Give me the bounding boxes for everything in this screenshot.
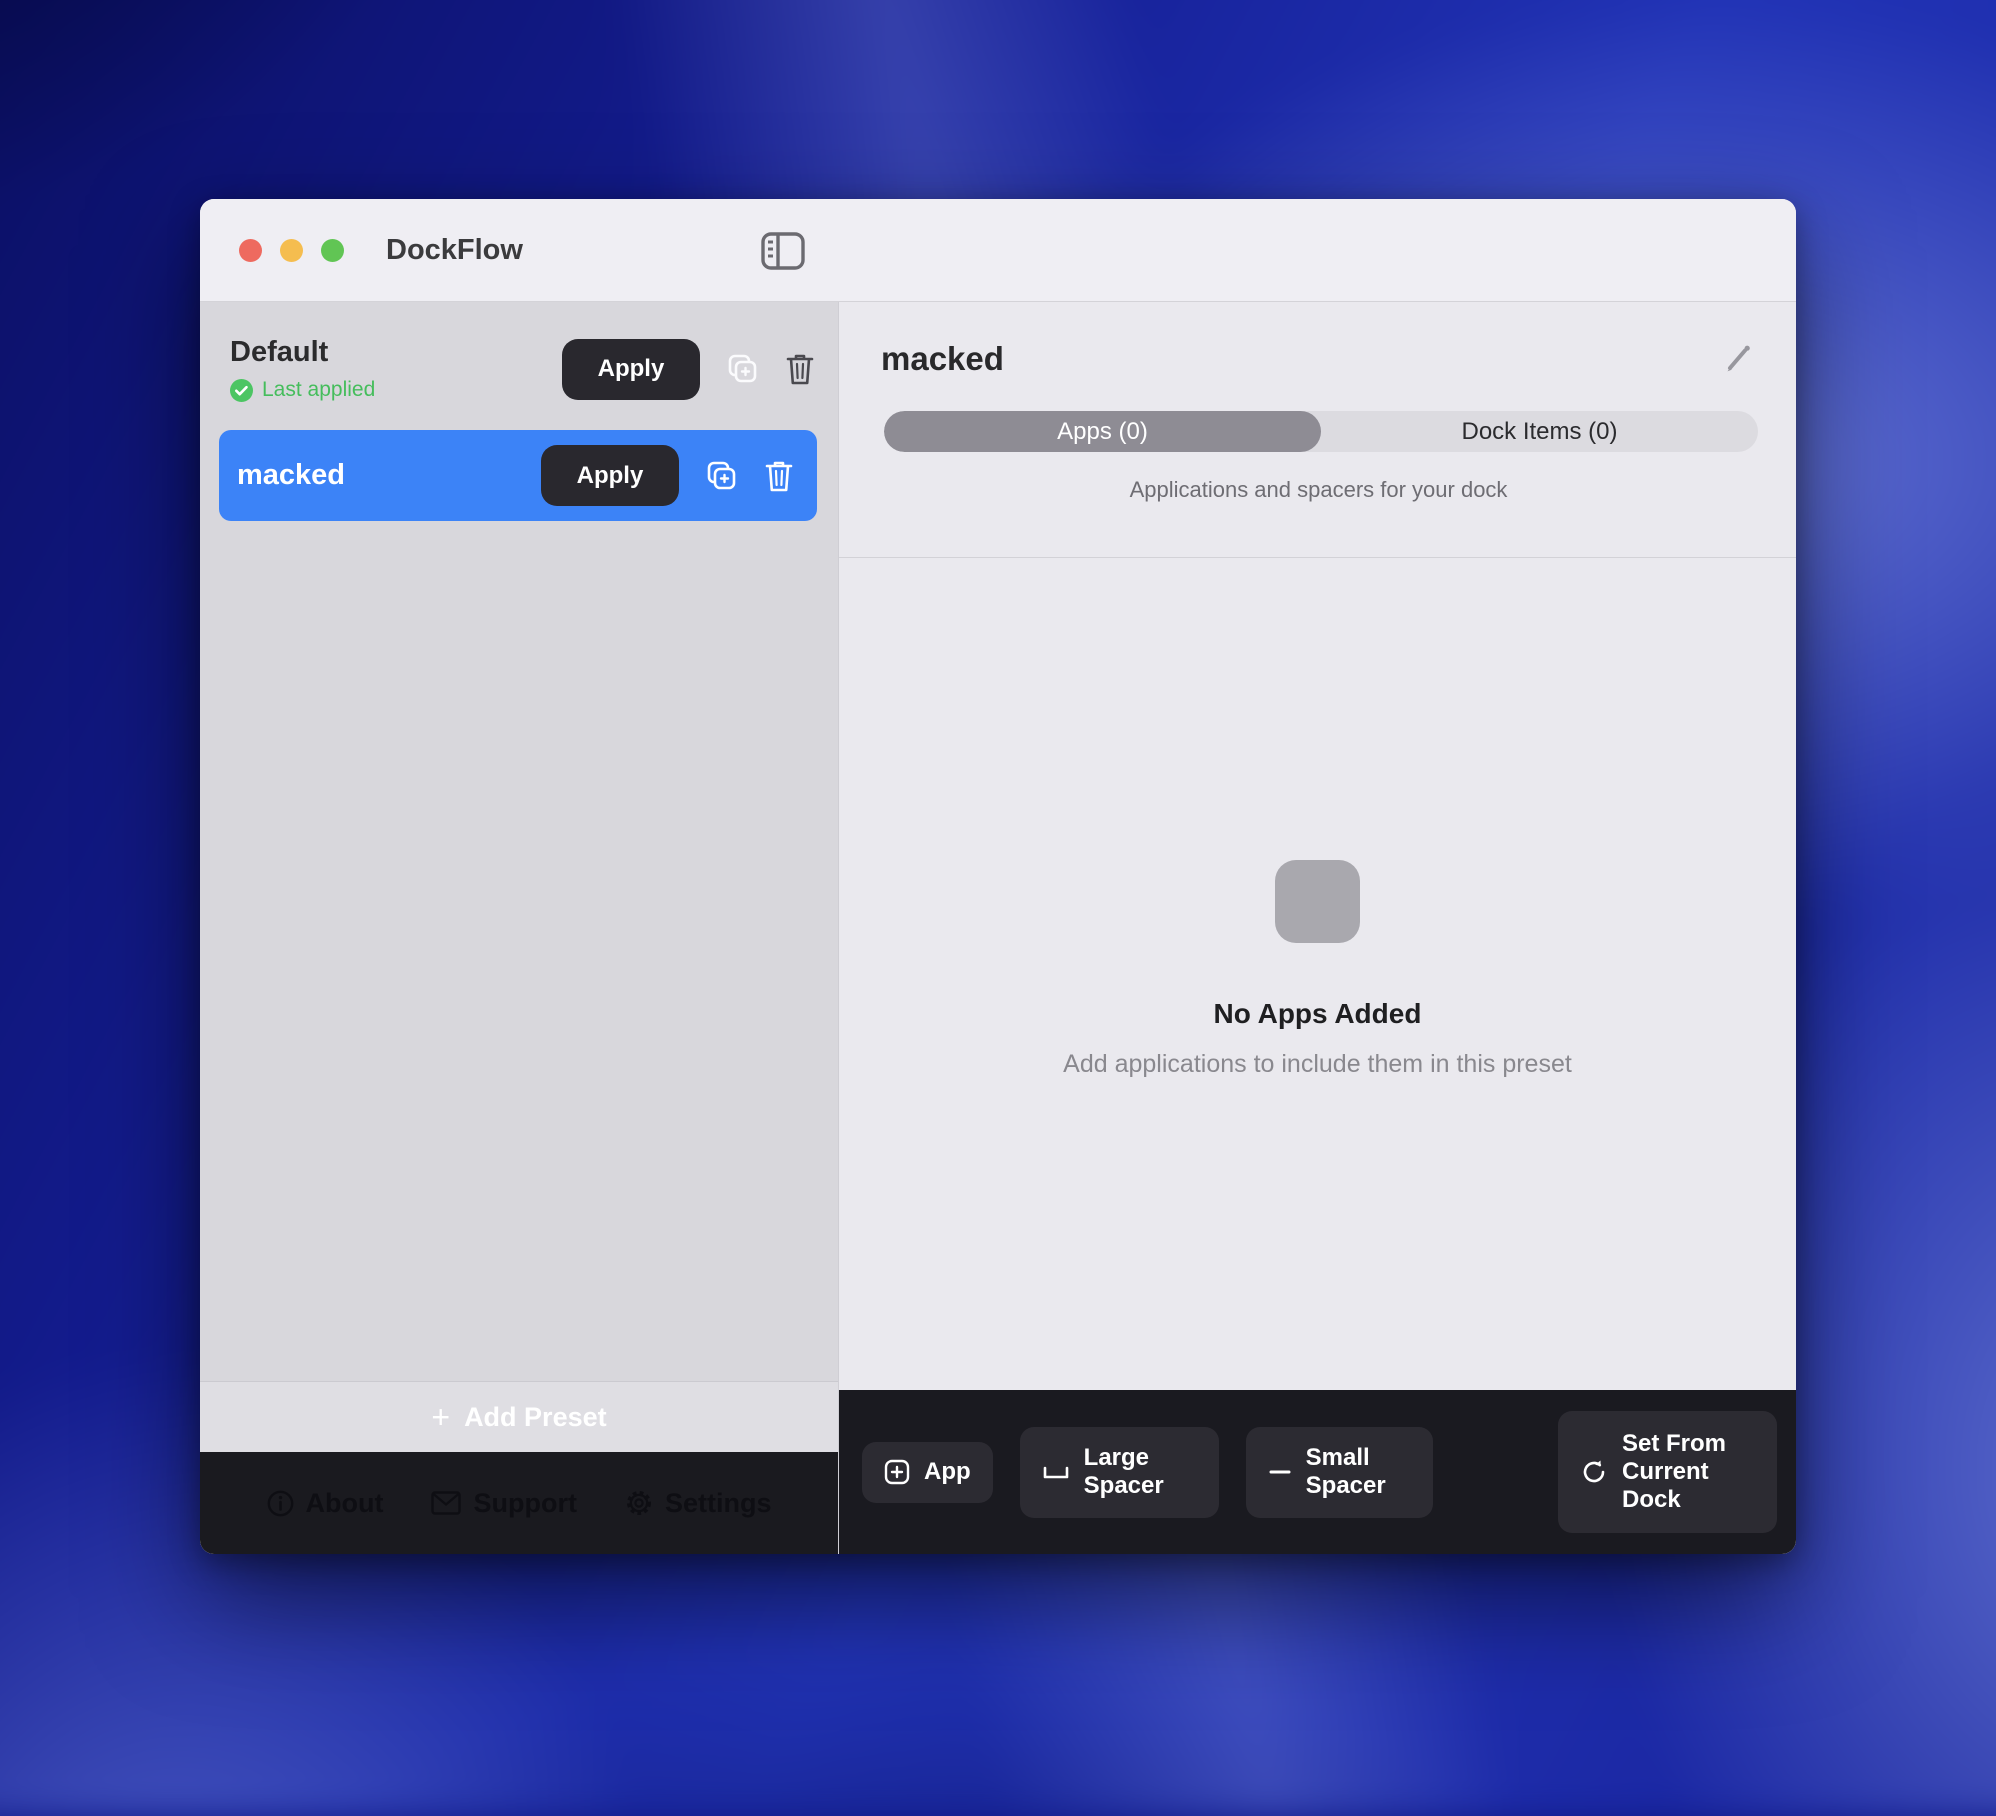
about-label: About — [306, 1488, 384, 1519]
empty-state-title: No Apps Added — [1214, 998, 1422, 1030]
apply-button[interactable]: Apply — [562, 339, 700, 400]
add-app-label: App — [924, 1458, 971, 1486]
minimize-window-button[interactable] — [280, 239, 303, 262]
sidebar-footer: About Support Settings — [200, 1452, 838, 1554]
info-icon — [267, 1490, 294, 1517]
delete-preset-button[interactable] — [763, 458, 795, 494]
apply-button[interactable]: Apply — [541, 445, 679, 506]
trash-icon — [763, 458, 795, 494]
add-small-spacer-label: Small Spacer — [1306, 1444, 1398, 1501]
preset-status-label: Last applied — [262, 378, 375, 402]
preset-row-macked[interactable]: macked Apply — [219, 430, 817, 521]
mail-icon — [431, 1491, 461, 1515]
plus-square-icon — [884, 1459, 910, 1485]
empty-state-subtitle: Add applications to include them in this… — [1063, 1050, 1572, 1079]
preset-detail-title: macked — [881, 340, 1004, 378]
apps-empty-state: No Apps Added Add applications to includ… — [839, 558, 1796, 1390]
set-from-current-dock-label: Set From Current Dock — [1622, 1430, 1740, 1515]
detail-toolbar: App Large Spacer Small Spacer — [839, 1390, 1796, 1554]
add-large-spacer-button[interactable]: Large Spacer — [1020, 1427, 1219, 1518]
rename-preset-button[interactable] — [1720, 341, 1756, 377]
add-app-button[interactable]: App — [862, 1442, 993, 1503]
settings-label: Settings — [665, 1488, 772, 1519]
close-window-button[interactable] — [239, 239, 262, 262]
tabs-segmented-control: Apps (0) Dock Items (0) — [884, 411, 1758, 452]
tab-dock-items[interactable]: Dock Items (0) — [1321, 411, 1758, 452]
app-placeholder-icon — [1275, 860, 1360, 943]
set-from-current-dock-button[interactable]: Set From Current Dock — [1558, 1411, 1777, 1533]
support-label: Support — [473, 1488, 576, 1519]
pencil-icon — [1720, 341, 1756, 377]
preset-row-default[interactable]: Default Last applied Apply — [200, 326, 838, 418]
dockflow-window: DockFlow Default — [200, 199, 1796, 1554]
add-small-spacer-button[interactable]: Small Spacer — [1246, 1427, 1433, 1518]
tab-apps[interactable]: Apps (0) — [884, 411, 1321, 452]
zoom-window-button[interactable] — [321, 239, 344, 262]
preset-detail-panel: macked Apps (0) Dock Items (0) Applicati… — [839, 302, 1796, 1554]
add-large-spacer-label: Large Spacer — [1084, 1444, 1176, 1501]
large-spacer-icon — [1042, 1463, 1070, 1481]
add-preset-label: Add Preset — [464, 1402, 607, 1433]
sidebar-toggle-icon — [761, 232, 805, 270]
preset-sidebar: Default Last applied Apply — [200, 302, 839, 1554]
traffic-lights — [239, 239, 344, 262]
duplicate-preset-button[interactable] — [703, 458, 739, 494]
about-button[interactable]: About — [267, 1488, 384, 1519]
add-preset-button[interactable]: + Add Preset — [200, 1381, 838, 1452]
support-button[interactable]: Support — [431, 1488, 576, 1519]
titlebar: DockFlow — [200, 199, 1796, 302]
window-title: DockFlow — [386, 234, 523, 267]
preset-name: Default — [230, 336, 562, 369]
tab-caption: Applications and spacers for your dock — [881, 477, 1756, 503]
plus-icon: + — [431, 1401, 450, 1433]
delete-preset-button[interactable] — [784, 351, 816, 387]
preset-list: Default Last applied Apply — [200, 302, 838, 1381]
preset-name: macked — [237, 459, 541, 492]
duplicate-icon — [703, 458, 739, 494]
settings-button[interactable]: Settings — [625, 1488, 772, 1519]
duplicate-icon — [724, 351, 760, 387]
trash-icon — [784, 351, 816, 387]
check-circle-icon — [230, 379, 253, 402]
detail-header: macked Apps (0) Dock Items (0) Applicati… — [839, 302, 1796, 558]
gear-icon — [625, 1489, 653, 1517]
refresh-icon — [1580, 1458, 1608, 1486]
small-spacer-icon — [1268, 1468, 1292, 1476]
sidebar-toggle-button[interactable] — [760, 230, 806, 272]
duplicate-preset-button[interactable] — [724, 351, 760, 387]
